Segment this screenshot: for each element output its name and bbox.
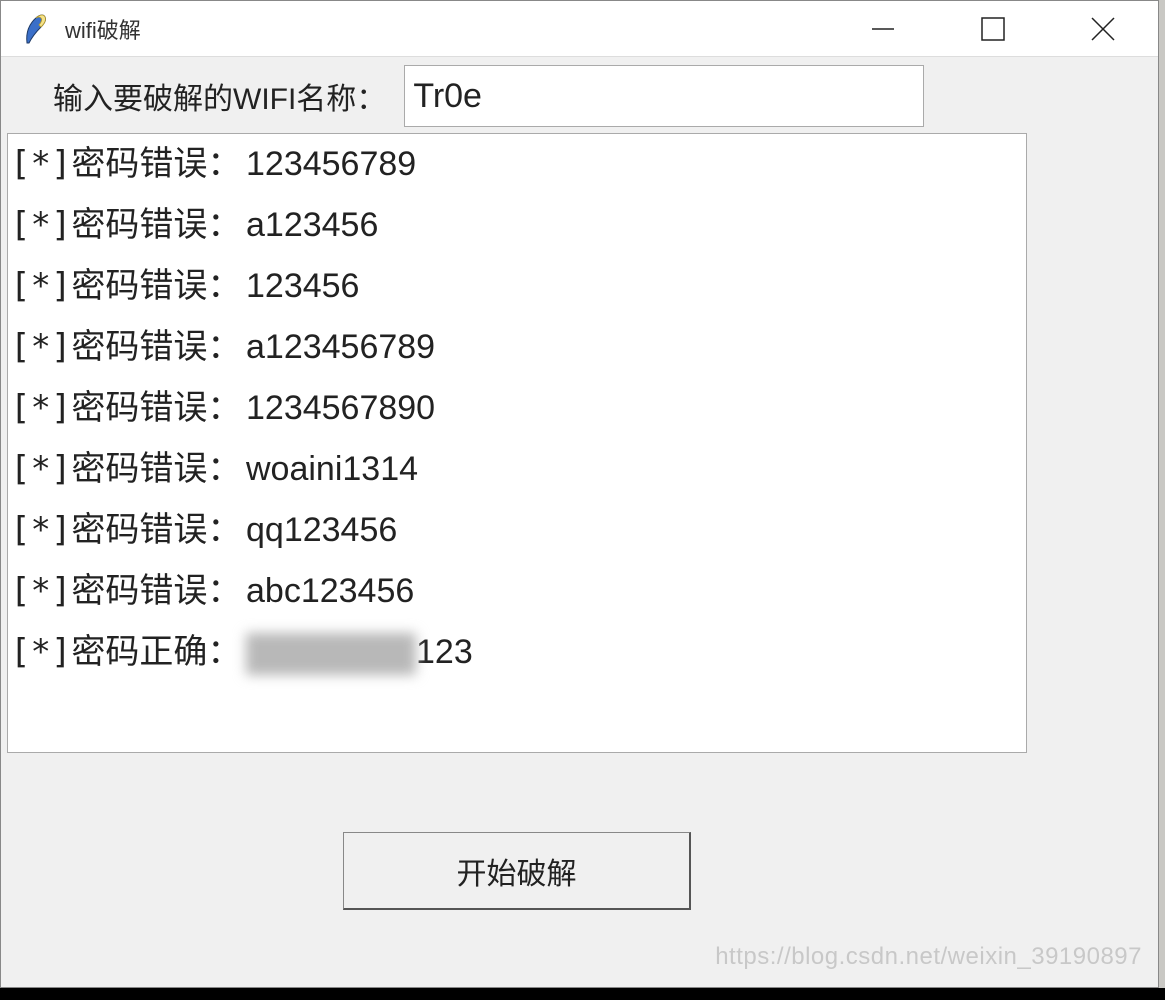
input-row: 输入要破解的WIFI名称： — [1, 65, 1158, 127]
log-status: 密码错误： — [71, 267, 241, 305]
app-icon — [21, 13, 53, 45]
redacted-segment — [246, 633, 416, 675]
log-status: 密码错误： — [71, 206, 241, 244]
log-output: [*]密码错误： 123456789 [*]密码错误： a123456 [*]密… — [7, 133, 1027, 753]
log-prefix: [*] — [10, 327, 71, 367]
log-prefix: [*] — [10, 449, 71, 489]
content-area: 输入要破解的WIFI名称： [*]密码错误： 123456789 [*]密码错误… — [1, 57, 1158, 987]
log-line: [*]密码错误： woaini1314 — [10, 439, 1024, 500]
close-icon — [1090, 16, 1116, 42]
log-value: 123456 — [246, 256, 359, 317]
log-value: woaini1314 — [246, 439, 418, 500]
log-value: abc123456 — [246, 561, 414, 622]
log-prefix: [*] — [10, 205, 71, 245]
log-line: [*]密码错误： a123456789 — [10, 317, 1024, 378]
log-value: a123456789 — [246, 317, 435, 378]
log-status: 密码错误： — [71, 328, 241, 366]
log-status: 密码正确： — [71, 633, 241, 671]
log-status: 密码错误： — [71, 450, 241, 488]
app-window: wifi破解 输入要破解的WIFI名称： [*]密码错误： 123456789 — [0, 0, 1159, 988]
log-line: [*]密码错误： a123456 — [10, 195, 1024, 256]
log-status: 密码错误： — [71, 389, 241, 427]
bottom-black-bar — [0, 988, 1165, 1000]
log-line: [*]密码错误： 123456789 — [10, 134, 1024, 195]
log-status: 密码错误： — [71, 145, 241, 183]
window-title: wifi破解 — [65, 13, 141, 45]
wifi-name-label: 输入要破解的WIFI名称： — [53, 74, 394, 118]
log-prefix: [*] — [10, 144, 71, 184]
log-value: a123456 — [246, 195, 378, 256]
wifi-name-input[interactable] — [404, 65, 924, 127]
close-button[interactable] — [1048, 1, 1158, 57]
log-line: [*]密码错误： 123456 — [10, 256, 1024, 317]
log-value: 123 — [246, 622, 473, 683]
maximize-icon — [981, 17, 1005, 41]
watermark-text: https://blog.csdn.net/weixin_39190897 — [715, 943, 1142, 971]
minimize-icon — [869, 15, 897, 43]
log-value: 123456789 — [246, 134, 416, 195]
maximize-button[interactable] — [938, 1, 1048, 57]
log-line: [*]密码错误： qq123456 — [10, 500, 1024, 561]
log-prefix: [*] — [10, 388, 71, 428]
log-value: qq123456 — [246, 500, 397, 561]
log-prefix: [*] — [10, 632, 71, 672]
start-crack-button[interactable]: 开始破解 — [343, 832, 691, 910]
log-status: 密码错误： — [71, 572, 241, 610]
log-line: [*]密码错误： 1234567890 — [10, 378, 1024, 439]
log-value: 1234567890 — [246, 378, 435, 439]
log-prefix: [*] — [10, 571, 71, 611]
minimize-button[interactable] — [828, 1, 938, 57]
log-line: [*]密码正确： 123 — [10, 622, 1024, 683]
titlebar: wifi破解 — [1, 1, 1158, 57]
log-line: [*]密码错误： abc123456 — [10, 561, 1024, 622]
log-prefix: [*] — [10, 266, 71, 306]
log-status: 密码错误： — [71, 511, 241, 549]
log-prefix: [*] — [10, 510, 71, 550]
